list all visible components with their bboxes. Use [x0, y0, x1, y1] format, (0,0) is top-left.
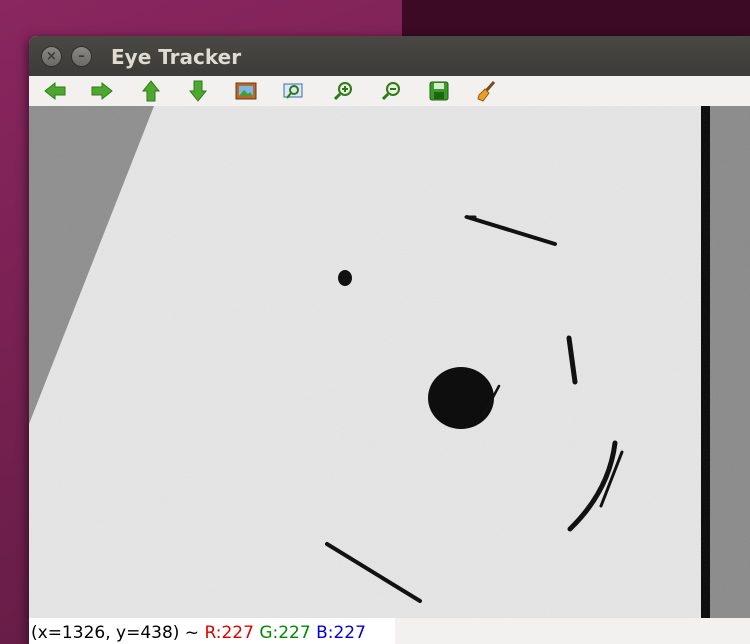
arrow-up-icon — [141, 80, 161, 102]
small-dot — [338, 270, 352, 286]
zoom-in-button[interactable] — [330, 79, 356, 103]
image-viewport[interactable] — [29, 106, 750, 618]
status-bar: (x=1326, y=438) ~ R:227 G:227 B:227 — [29, 618, 395, 644]
arrow-down-icon — [188, 80, 208, 102]
pixel-blue-value: B:227 — [316, 623, 366, 643]
close-icon: × — [46, 49, 57, 64]
pupil-blob — [428, 367, 494, 429]
close-window-button[interactable]: × — [41, 46, 62, 67]
pixel-red-value: R:227 — [204, 623, 254, 643]
camera-frame — [29, 106, 750, 618]
minimize-window-button[interactable]: – — [71, 46, 92, 67]
image-icon — [235, 82, 257, 100]
eye-tracker-window: × – Eye Tracker (x=1326, y=438) ~ R:227 … — [29, 36, 750, 644]
zoom-fit-button[interactable] — [233, 79, 259, 103]
broom-icon — [477, 81, 496, 102]
properties-button[interactable] — [474, 79, 500, 103]
pan-down-button[interactable] — [185, 79, 211, 103]
status-bar-filler — [395, 618, 750, 644]
zoom-out-button[interactable] — [378, 79, 404, 103]
zoom-out-icon — [381, 82, 400, 101]
zoom-in-icon — [333, 82, 352, 101]
arrow-left-icon — [44, 81, 66, 101]
zoom-area-icon — [283, 83, 303, 99]
pan-left-button[interactable] — [42, 79, 68, 103]
pan-up-button[interactable] — [138, 79, 164, 103]
zoom-rect-button[interactable] — [281, 79, 307, 103]
pixel-green-value: G:227 — [259, 623, 311, 643]
cursor-coords: (x=1326, y=438) ~ — [31, 623, 205, 643]
toolbar — [29, 76, 750, 107]
desktop-top-panel — [402, 0, 750, 36]
window-titlebar[interactable]: × – Eye Tracker — [29, 36, 750, 76]
minimize-icon: – — [78, 49, 85, 64]
save-button[interactable] — [426, 79, 452, 103]
save-icon — [429, 81, 449, 101]
arrow-right-icon — [91, 81, 113, 101]
window-title: Eye Tracker — [111, 45, 242, 69]
pan-right-button[interactable] — [89, 79, 115, 103]
